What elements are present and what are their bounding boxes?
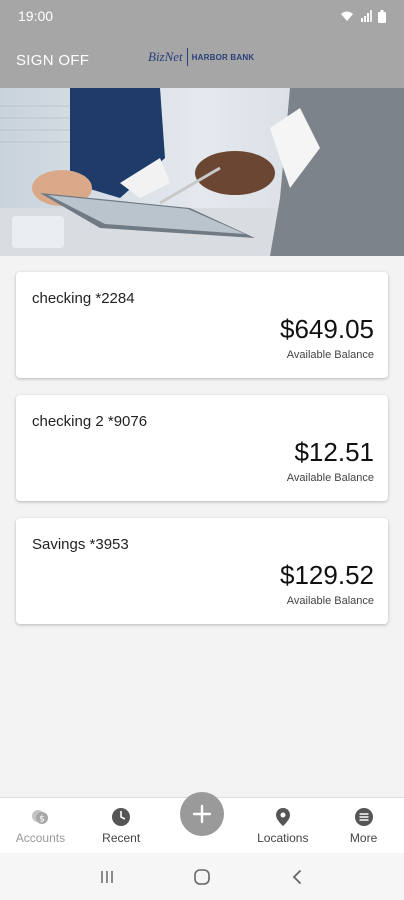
add-button[interactable] — [179, 792, 224, 836]
account-balance: $129.52 — [280, 560, 374, 590]
bank-logo: BizNet HARBOR BANK — [148, 48, 254, 66]
hero-image — [0, 88, 404, 256]
android-nav-bar — [0, 853, 404, 900]
nav-accounts-label: Accounts — [15, 831, 66, 845]
nav-locations[interactable]: Locations — [242, 798, 323, 853]
recents-button[interactable] — [92, 862, 122, 892]
status-bar: 19:00 — [0, 0, 404, 32]
available-balance-label: Available Balance — [286, 595, 374, 607]
menu-circle-icon — [354, 808, 373, 826]
home-button[interactable] — [187, 862, 217, 892]
account-card-checking-2284[interactable]: checking *2284 $649.05 Available Balance — [16, 272, 388, 378]
nav-accounts[interactable]: $ Accounts — [0, 798, 81, 853]
account-balance: $12.51 — [294, 437, 374, 467]
account-name: checking 2 *9076 — [32, 413, 148, 430]
back-icon — [292, 869, 301, 884]
location-pin-icon — [275, 808, 290, 826]
nav-locations-label: Locations — [257, 831, 309, 845]
logo-biznet-text: BizNet — [148, 49, 183, 64]
sign-off-button[interactable]: SIGN OFF — [16, 52, 146, 69]
clock-icon — [112, 808, 131, 826]
signal-icon — [361, 10, 372, 22]
logo-bank-text: HARBOR BANK — [191, 52, 255, 62]
recents-icon — [101, 870, 114, 883]
status-time: 19:00 — [18, 8, 54, 24]
account-name: checking *2284 — [32, 290, 135, 307]
nav-add-wrapper — [162, 792, 243, 853]
nav-recent-label: Recent — [102, 831, 141, 845]
svg-text:$: $ — [40, 815, 46, 825]
available-balance-label: Available Balance — [286, 472, 374, 484]
logo-divider — [186, 48, 188, 66]
nav-more-label: More — [349, 831, 378, 845]
nav-recent[interactable]: Recent — [81, 798, 162, 853]
home-icon — [194, 868, 210, 885]
nav-more[interactable]: More — [323, 798, 404, 853]
accounts-coins-icon: $ — [32, 810, 49, 825]
accounts-list: checking *2284 $649.05 Available Balance… — [16, 272, 388, 641]
app-header: SIGN OFF BizNet HARBOR BANK — [0, 32, 404, 88]
account-balance: $649.05 — [280, 314, 374, 344]
account-name: Savings *3953 — [32, 536, 129, 553]
account-card-savings-3953[interactable]: Savings *3953 $129.52 Available Balance — [16, 518, 388, 624]
available-balance-label: Available Balance — [286, 349, 374, 361]
battery-icon — [378, 9, 386, 23]
wifi-icon — [341, 11, 353, 21]
account-card-checking-9076[interactable]: checking 2 *9076 $12.51 Available Balanc… — [16, 395, 388, 501]
bottom-nav: $ Accounts Recent Locations More — [0, 792, 404, 853]
back-button[interactable] — [282, 862, 312, 892]
plus-icon — [192, 804, 212, 824]
